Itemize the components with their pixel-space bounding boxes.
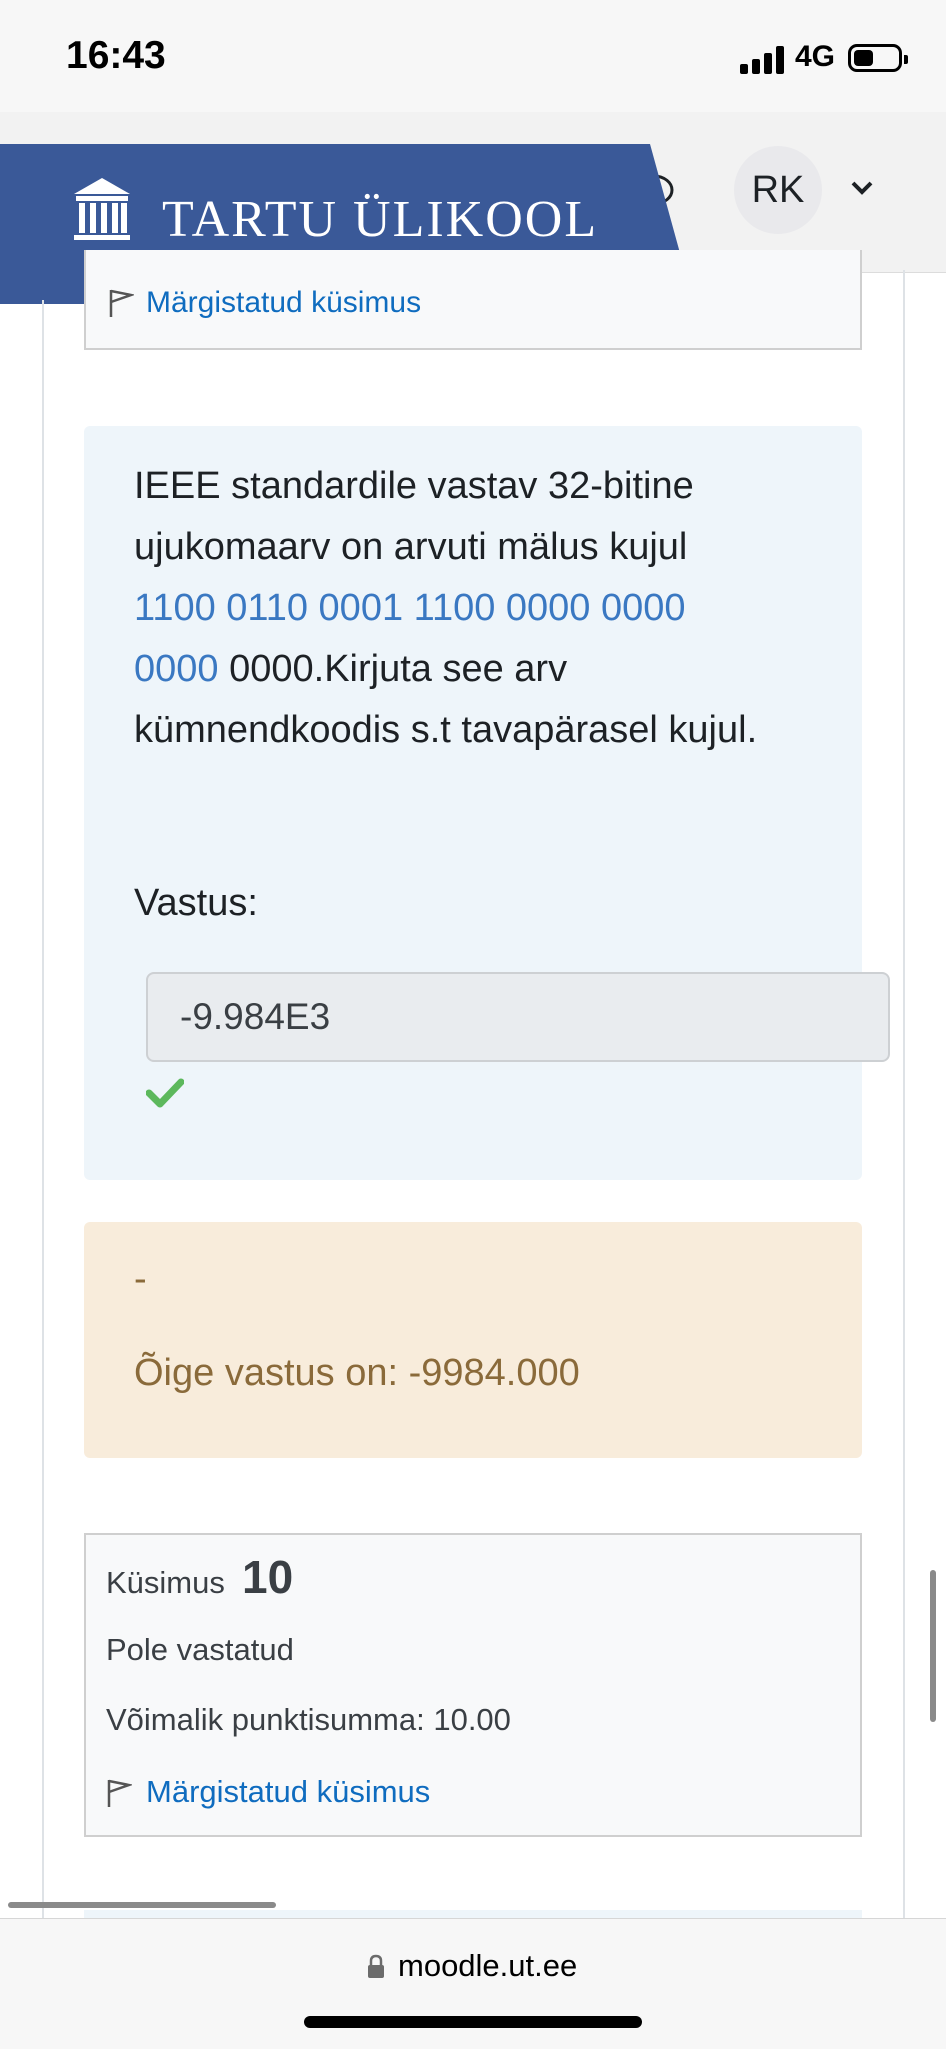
- correct-answer-text: Õige vastus on: -9984.000: [134, 1352, 580, 1394]
- vertical-scrollbar[interactable]: [930, 1570, 936, 1722]
- flag-question-link[interactable]: Märgistatud küsimus: [146, 1774, 430, 1810]
- horizontal-scrollbar[interactable]: [8, 1902, 276, 1908]
- question-text-part1: IEEE standardile vastav 32-bitine ujukom…: [134, 465, 694, 568]
- home-indicator[interactable]: [304, 2016, 642, 2028]
- status-time: 16:43: [66, 34, 166, 77]
- lock-icon: [366, 1954, 386, 1985]
- university-logo-icon: [72, 176, 132, 253]
- question-text: IEEE standardile vastav 32-bitine ujukom…: [134, 456, 774, 761]
- url-text[interactable]: moodle.ut.ee: [398, 1948, 577, 1984]
- question-status: Pole vastatud: [106, 1632, 294, 1667]
- general-feedback: -: [134, 1258, 147, 1300]
- flag-icon[interactable]: [106, 1778, 134, 1813]
- question-label: Küsimus: [106, 1565, 225, 1600]
- content-border-left: [42, 300, 44, 1920]
- flag-icon[interactable]: [108, 288, 136, 323]
- chevron-down-icon[interactable]: [850, 180, 874, 201]
- question-text-part2: 0000.Kirjuta see arv kümnendkoodis s.t t…: [134, 648, 758, 751]
- battery-icon: [848, 44, 908, 72]
- network-type: 4G: [795, 40, 836, 73]
- content-border-right: [903, 270, 905, 1920]
- question-number: 10: [242, 1551, 294, 1603]
- avatar[interactable]: RK: [734, 146, 822, 234]
- battery-level: [854, 50, 873, 66]
- feedback-box: [84, 1222, 862, 1458]
- answer-label: Vastus:: [134, 882, 258, 924]
- flag-question-link[interactable]: Märgistatud küsimus: [146, 286, 421, 320]
- answer-field[interactable]: -9.984E3: [146, 972, 890, 1062]
- question-points: Võimalik punktisumma: 10.00: [106, 1702, 511, 1737]
- brand-name[interactable]: TARTU ÜLIKOOL: [162, 190, 598, 249]
- check-icon: [145, 1078, 185, 1113]
- signal-icon: [740, 46, 786, 74]
